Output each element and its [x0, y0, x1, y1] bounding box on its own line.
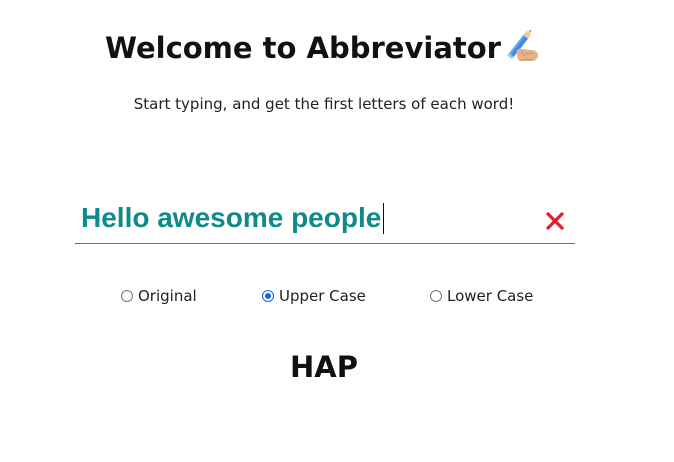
radio-lower-case-label: Lower Case: [447, 287, 534, 305]
radio-original[interactable]: Original: [121, 284, 197, 308]
clear-button[interactable]: [541, 207, 569, 235]
abbreviator-page: Welcome to Abbreviator Start typing, and…: [0, 0, 674, 462]
close-icon: [545, 211, 565, 231]
radio-original-label: Original: [138, 287, 197, 305]
page-subtitle: Start typing, and get the first letters …: [133, 95, 515, 113]
abbreviation-result: HAP: [290, 350, 358, 384]
text-caret: [383, 203, 384, 234]
text-input[interactable]: [81, 198, 536, 238]
radio-upper-case-circle[interactable]: [262, 290, 274, 302]
writing-hand-icon: [505, 29, 543, 65]
radio-lower-case[interactable]: Lower Case: [430, 284, 533, 308]
radio-upper-case-label: Upper Case: [279, 287, 366, 305]
radio-upper-case[interactable]: Upper Case: [262, 284, 366, 308]
case-options: Original Upper Case Lower Case: [0, 284, 674, 308]
page-title: Welcome to Abbreviator: [0, 28, 648, 68]
page-title-text: Welcome to Abbreviator: [105, 31, 501, 65]
radio-original-circle[interactable]: [121, 290, 133, 302]
text-input-container: [75, 196, 575, 244]
radio-lower-case-circle[interactable]: [430, 290, 442, 302]
